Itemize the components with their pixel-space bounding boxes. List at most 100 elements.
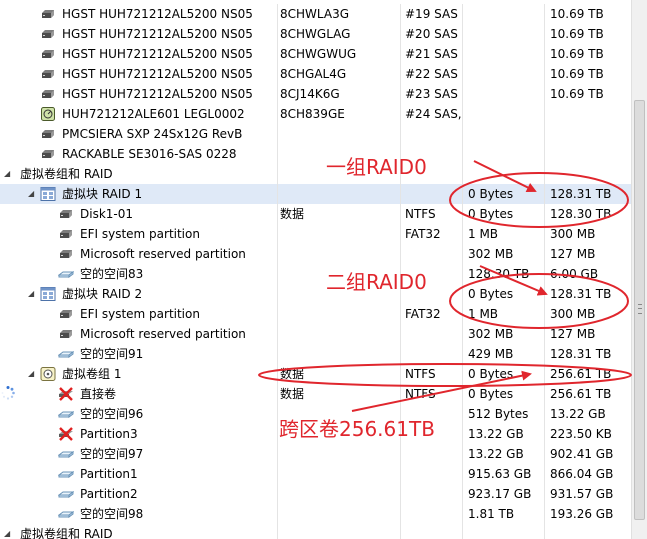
tree-row[interactable]: 空的空间91 429 MB 128.31 TB: [0, 344, 631, 364]
name-cell: ◢ 虚拟卷组和 RAID: [0, 524, 278, 539]
size-cell: 128.31 TB: [550, 347, 612, 361]
serial-cell: [277, 184, 401, 204]
name-cell: ◢ 虚拟卷组 1: [0, 364, 278, 384]
size-cell: 128.30 TB: [550, 207, 612, 221]
type-cell: NTFS: [401, 364, 463, 384]
row-label: HGST HUH721212AL5200 NS05: [62, 47, 253, 61]
serial-cell: 8CHWGWUG: [277, 44, 401, 64]
tree-row[interactable]: RACKABLE SE3016-SAS 0228: [0, 144, 631, 164]
tree-row[interactable]: ◢ 虚拟块 RAID 2 0 Bytes 128.31 TB: [0, 284, 631, 304]
tree-row[interactable]: ◢ 虚拟块 RAID 1 0 Bytes 128.31 TB: [0, 184, 631, 204]
tree-row[interactable]: ◢ 虚拟卷组 1 数据 NTFS 0 Bytes 256.61 TB: [0, 364, 631, 384]
tree-row[interactable]: Partition1 915.63 GB 866.04 GB: [0, 464, 631, 484]
tree-row[interactable]: Partition2 923.17 GB 931.57 GB: [0, 484, 631, 504]
free-space-icon: [57, 486, 75, 502]
missing-volume-icon: [58, 386, 74, 402]
used-cell: 13.22 GB: [463, 444, 545, 464]
row-label: EFI system partition: [80, 227, 200, 241]
name-cell: HGST HUH721212AL5200 NS05: [0, 64, 278, 84]
row-label: Partition1: [80, 467, 138, 481]
size-cell: 127 MB: [550, 327, 596, 341]
serial-cell: [277, 444, 401, 464]
tree-row[interactable]: HGST HUH721212AL5200 NS05 8CHGAL4G #22 SAS…: [0, 64, 631, 84]
type-cell: #22 SAS: [401, 64, 463, 84]
name-cell: Partition2: [0, 484, 278, 504]
hdd-icon: [40, 46, 56, 62]
tree-row[interactable]: HGST HUH721212AL5200 NS05 8CHWGLAG #20 SAS…: [0, 24, 631, 44]
row-label: 虚拟卷组和 RAID: [20, 527, 113, 539]
type-cell: [401, 504, 463, 524]
expand-toggle-icon[interactable]: ◢: [28, 364, 38, 384]
volume-group-icon: [40, 366, 56, 382]
name-cell: HGST HUH721212AL5200 NS05: [0, 4, 278, 24]
name-cell: 空的空间91: [0, 344, 278, 364]
tree-row[interactable]: 空的空间97 13.22 GB 902.41 GB: [0, 444, 631, 464]
expand-toggle-icon[interactable]: ◢: [4, 524, 14, 539]
type-cell: NTFS: [401, 204, 463, 224]
tree-row[interactable]: PMCSIERA SXP 24Sx12G RevB: [0, 124, 631, 144]
tree-row[interactable]: 直接卷 数据 NTFS 0 Bytes 256.61 TB: [0, 384, 631, 404]
row-label: Microsoft reserved partition: [80, 327, 246, 341]
name-cell: ◢ 虚拟卷组和 RAID: [0, 164, 278, 184]
serial-cell: 数据: [277, 384, 401, 404]
tree-group-row[interactable]: ◢ 虚拟卷组和 RAID: [0, 164, 631, 184]
tree-row[interactable]: HGST HUH721212AL5200 NS05 8CJ14K6G #23 SAS…: [0, 84, 631, 104]
name-cell: PMCSIERA SXP 24Sx12G RevB: [0, 124, 278, 144]
size-cell: [545, 104, 631, 124]
name-cell: HGST HUH721212AL5200 NS05: [0, 24, 278, 44]
row-label: EFI system partition: [80, 307, 200, 321]
scrollbar-thumb[interactable]: [634, 100, 645, 520]
name-cell: 直接卷: [0, 384, 278, 404]
type-cell: FAT32: [401, 224, 463, 244]
tree-row[interactable]: HUH721212ALE601 LEGL0002 8CH839GE #24 SAS,…: [0, 104, 631, 124]
size-cell: 10.69 TB: [550, 47, 604, 61]
type-cell: FAT32: [401, 304, 463, 324]
free-space-icon: [57, 446, 75, 462]
tree-row[interactable]: 空的空间98 1.81 TB 193.26 GB: [0, 504, 631, 524]
name-cell: ◢ 虚拟块 RAID 2: [0, 284, 278, 304]
tree-row[interactable]: HGST HUH721212AL5200 NS05 8CHWLA3G #19 SAS…: [0, 4, 631, 24]
size-cell: 193.26 GB: [550, 507, 614, 521]
tree-row[interactable]: HGST HUH721212AL5200 NS05 8CHWGWUG #21 SAS…: [0, 44, 631, 64]
name-cell: 空的空间96: [0, 404, 278, 424]
serial-cell: [277, 244, 401, 264]
row-label: 空的空间91: [80, 347, 144, 361]
used-cell: 0 Bytes: [463, 204, 545, 224]
expand-toggle-icon[interactable]: ◢: [28, 284, 38, 304]
size-cell: 300 MB: [550, 307, 596, 321]
size-cell: 902.41 GB: [550, 447, 614, 461]
name-cell: RACKABLE SE3016-SAS 0228: [0, 144, 278, 164]
vertical-scrollbar[interactable]: [631, 0, 647, 539]
row-label: 虚拟卷组 1: [62, 367, 122, 381]
expand-toggle-icon[interactable]: ◢: [28, 184, 38, 204]
used-cell: 915.63 GB: [463, 464, 545, 484]
used-cell: [463, 144, 545, 164]
used-cell: 302 MB: [463, 244, 545, 264]
annotation-group1-label: 一组RAID0: [326, 155, 427, 179]
tree-row[interactable]: Microsoft reserved partition 302 MB 127 MB: [0, 244, 631, 264]
row-label: 虚拟卷组和 RAID: [20, 167, 113, 181]
row-label: RACKABLE SE3016-SAS 0228: [62, 147, 237, 161]
serial-cell: [277, 344, 401, 364]
free-space-icon: [57, 466, 75, 482]
tree-row[interactable]: EFI system partition FAT32 1 MB 300 MB: [0, 304, 631, 324]
tree-row[interactable]: Microsoft reserved partition 302 MB 127 MB: [0, 324, 631, 344]
tree-row[interactable]: 空的空间83 128.30 TB 6.00 GB: [0, 264, 631, 284]
size-cell: [545, 524, 631, 539]
type-cell: [401, 324, 463, 344]
hdd-icon: [40, 6, 56, 22]
serial-cell: [277, 224, 401, 244]
tree-row[interactable]: EFI system partition FAT32 1 MB 300 MB: [0, 224, 631, 244]
type-cell: [401, 244, 463, 264]
name-cell: 空的空间98: [0, 504, 278, 524]
hdd-icon: [40, 126, 56, 142]
tree-group-row[interactable]: ◢ 虚拟卷组和 RAID: [0, 524, 631, 539]
row-label: 空的空间83: [80, 267, 144, 281]
expand-toggle-icon[interactable]: ◢: [4, 164, 14, 184]
tree-row[interactable]: Disk1-01 数据 NTFS 0 Bytes 128.30 TB: [0, 204, 631, 224]
size-cell: 10.69 TB: [550, 67, 604, 81]
hdd-icon: [58, 226, 74, 242]
size-cell: 13.22 GB: [550, 407, 606, 421]
partition-tree[interactable]: HGST HUH721212AL5200 NS05 8CHWLA3G #19 SAS…: [0, 0, 631, 539]
row-label: HGST HUH721212AL5200 NS05: [62, 67, 253, 81]
